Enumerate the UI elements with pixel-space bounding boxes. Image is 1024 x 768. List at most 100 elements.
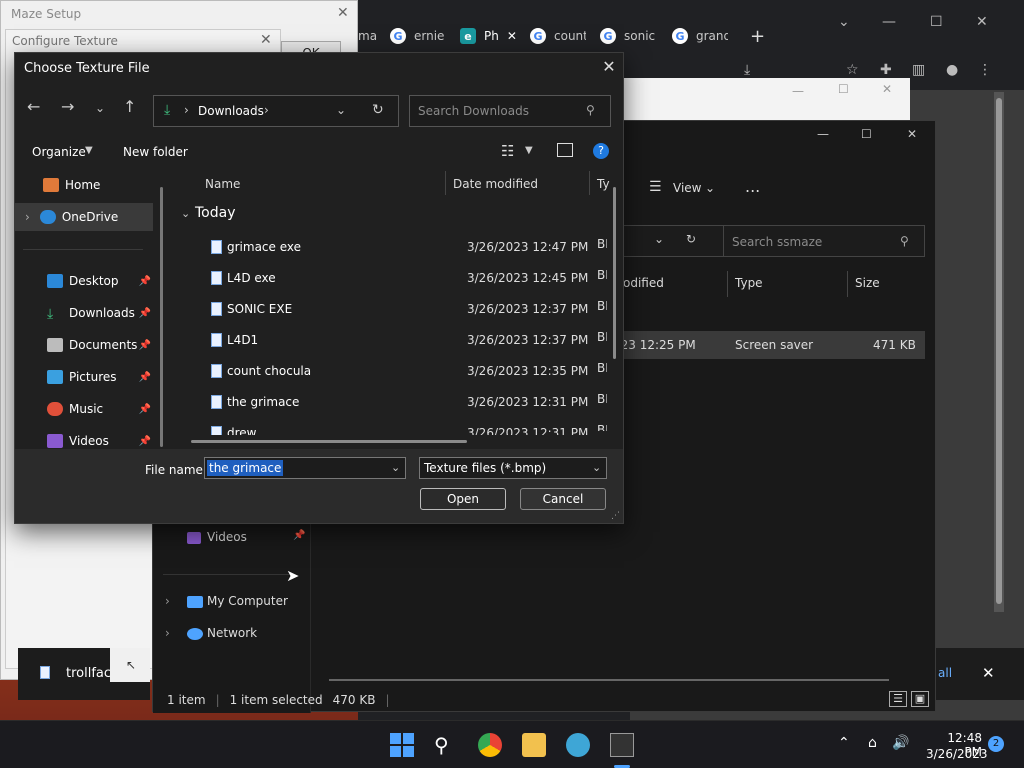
maximize-icon[interactable]: ☐ — [838, 82, 849, 96]
nav-item-downloads[interactable]: ⤓ Downloads 📌 — [47, 299, 155, 327]
chevron-down-icon[interactable]: ⌄ — [391, 461, 400, 474]
refresh-icon[interactable]: ↻ — [686, 232, 696, 246]
more-options-button[interactable]: ... — [745, 177, 760, 196]
tab-search-icon[interactable]: ⌄ — [838, 14, 850, 30]
nav-item-videos[interactable]: Videos — [207, 530, 247, 544]
column-date-modified[interactable]: odified — [623, 276, 664, 290]
chevron-down-icon[interactable]: ▼ — [525, 145, 533, 156]
list-item[interactable]: the grimace 3/26/2023 12:31 PM — [177, 386, 607, 417]
nav-scrollbar[interactable] — [160, 187, 163, 447]
list-item[interactable]: grimace exe 3/26/2023 12:47 PM — [177, 231, 607, 262]
column-date-modified[interactable]: Date modified — [453, 177, 538, 191]
chevron-down-icon[interactable]: ⌄ — [181, 207, 190, 220]
download-icon[interactable]: ⤓ — [744, 62, 750, 78]
nav-item-pictures[interactable]: Pictures 📌 — [47, 363, 155, 391]
nav-item-videos[interactable]: Videos 📌 — [47, 427, 155, 451]
maximize-icon[interactable]: ☐ — [861, 127, 872, 141]
chrome-tab[interactable]: Gcount — [530, 22, 586, 50]
column-type[interactable]: Ty — [597, 177, 610, 191]
column-size[interactable]: Size — [855, 276, 880, 290]
chrome-tab[interactable]: ma — [358, 22, 378, 50]
profile-icon[interactable]: ● — [946, 62, 958, 78]
new-tab-button[interactable]: + — [750, 22, 765, 50]
table-row[interactable]: 023 12:25 PM Screen saver 471 KB — [613, 331, 925, 359]
nav-item-network[interactable]: Network — [207, 626, 257, 640]
minimize-icon[interactable]: — — [817, 127, 829, 141]
notification-action[interactable]: all — [938, 666, 952, 680]
extensions-icon[interactable]: ✚ — [880, 62, 892, 78]
sidepanel-icon[interactable]: ▥ — [912, 62, 925, 78]
page-scrollbar-thumb[interactable] — [996, 98, 1002, 604]
close-icon[interactable]: ✕ — [982, 664, 995, 682]
file-explorer-icon[interactable] — [522, 733, 546, 757]
details-view-icon[interactable]: ☰ — [889, 691, 907, 707]
list-scrollbar[interactable] — [613, 187, 616, 359]
close-icon[interactable]: ✕ — [976, 14, 988, 30]
chevron-up-icon[interactable]: ⌃ — [838, 735, 850, 751]
close-icon[interactable]: ✕ — [337, 5, 349, 21]
refresh-icon[interactable]: ↻ — [372, 102, 384, 118]
file-type-select[interactable]: Texture files (*.bmp) ⌄ — [419, 457, 607, 479]
chevron-right-icon[interactable]: › — [264, 103, 269, 117]
list-item[interactable]: L4D exe 3/26/2023 12:45 PM — [177, 262, 607, 293]
minimize-icon[interactable]: — — [792, 84, 804, 98]
horizontal-scrollbar[interactable] — [191, 440, 467, 443]
explorer-search-input[interactable]: Search ssmaze ⚲ — [723, 225, 925, 257]
nav-item-home[interactable]: Home — [43, 171, 165, 199]
network-icon[interactable]: ⌂ — [868, 735, 877, 751]
chrome-icon[interactable] — [478, 733, 502, 757]
nav-item-my-computer[interactable]: My Computer — [207, 594, 288, 608]
chrome-tab-active[interactable]: e Ph ✕ — [460, 22, 520, 50]
maze-app-icon[interactable] — [610, 733, 634, 757]
volume-icon[interactable]: 🔊 — [892, 735, 909, 751]
view-options-icon[interactable]: ☷ — [501, 142, 514, 160]
chevron-right-icon[interactable]: › — [165, 626, 170, 640]
nav-item-documents[interactable]: Documents 📌 — [47, 331, 155, 359]
help-icon[interactable]: ? — [593, 143, 609, 159]
close-icon[interactable]: ✕ — [882, 82, 892, 96]
chrome-tab[interactable]: Ggrand — [672, 22, 728, 50]
close-icon[interactable]: ✕ — [599, 57, 619, 77]
list-item[interactable]: SONIC EXE 3/26/2023 12:37 PM — [177, 293, 607, 324]
up-arrow-icon[interactable]: ↑ — [123, 97, 136, 116]
chevron-down-icon[interactable]: ▼ — [85, 145, 93, 156]
column-type[interactable]: Type — [735, 276, 763, 290]
nav-item-music[interactable]: Music 📌 — [47, 395, 155, 423]
clock-date[interactable]: 3/26/2023 — [926, 747, 988, 761]
file-name-input[interactable]: the grimace ⌄ — [204, 457, 406, 479]
resize-grip-icon[interactable]: ⋰ — [611, 511, 620, 521]
close-icon[interactable]: ✕ — [260, 32, 272, 48]
close-tab-icon[interactable]: ✕ — [507, 29, 517, 43]
list-item[interactable]: drew 3/26/2023 12:31 PM — [177, 417, 607, 435]
group-header-today[interactable]: Today — [195, 205, 236, 221]
horizontal-scrollbar[interactable] — [329, 679, 889, 681]
globe-app-icon[interactable] — [566, 733, 590, 757]
open-button[interactable]: Open — [420, 488, 506, 510]
chevron-down-icon[interactable]: ⌄ — [336, 103, 346, 117]
search-input[interactable]: Search Downloads ⚲ — [409, 95, 611, 127]
menu-icon[interactable]: ⋮ — [978, 62, 992, 78]
forward-arrow-icon[interactable]: → — [61, 97, 74, 116]
back-arrow-icon[interactable]: ← — [27, 97, 40, 116]
windows-start-icon[interactable] — [390, 733, 414, 757]
notification-badge[interactable]: 2 — [988, 736, 1004, 752]
breadcrumb[interactable]: Downloads — [198, 104, 264, 118]
minimize-icon[interactable]: — — [882, 14, 896, 30]
nav-item-onedrive[interactable]: › OneDrive — [15, 203, 153, 231]
chrome-tab[interactable]: Gsonic — [600, 22, 658, 50]
explorer-address-bar[interactable]: ⌄ ↻ — [621, 225, 733, 257]
bookmark-star-icon[interactable]: ☆ — [846, 62, 859, 78]
chrome-tab[interactable]: Gernie — [390, 22, 446, 50]
close-icon[interactable]: ✕ — [907, 127, 917, 141]
chevron-down-icon[interactable]: ⌄ — [95, 101, 105, 115]
tiles-view-icon[interactable]: ▣ — [911, 691, 929, 707]
nav-item-desktop[interactable]: Desktop 📌 — [47, 267, 155, 295]
list-item[interactable]: L4D1 3/26/2023 12:37 PM — [177, 324, 607, 355]
view-menu[interactable]: View — [673, 181, 701, 195]
preview-pane-icon[interactable] — [557, 143, 573, 157]
address-bar[interactable]: ⤓ › Downloads › ⌄ ↻ — [153, 95, 399, 127]
list-item[interactable]: count chocula 3/26/2023 12:35 PM — [177, 355, 607, 386]
maximize-icon[interactable]: ☐ — [930, 14, 943, 30]
cancel-button[interactable]: Cancel — [520, 488, 606, 510]
organize-menu[interactable]: Organize — [32, 145, 86, 159]
